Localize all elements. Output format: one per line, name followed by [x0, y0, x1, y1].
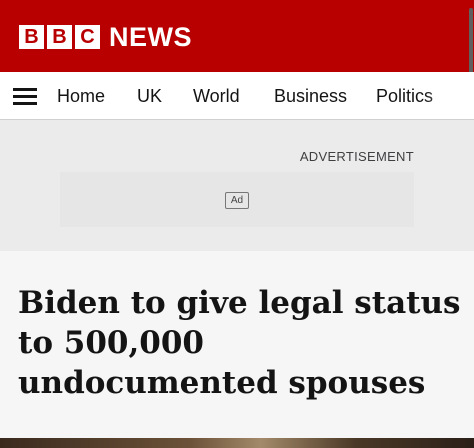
advertisement-section: ADVERTISEMENT Ad	[0, 120, 474, 251]
advertisement-label: ADVERTISEMENT	[299, 149, 414, 164]
article-headline: Biden to give legal status to 500,000 un…	[18, 285, 461, 401]
bbc-news-logo[interactable]: B B C NEWS	[19, 22, 192, 52]
ad-badge: Ad	[225, 192, 249, 209]
hamburger-menu-icon[interactable]	[13, 87, 37, 105]
logo-block-c: C	[75, 25, 100, 49]
nav-fade-overlay	[424, 72, 474, 119]
site-header: B B C NEWS	[0, 0, 474, 100]
logo-block-b2: B	[47, 25, 72, 49]
logo-news-text: NEWS	[109, 22, 192, 52]
nav-item-uk[interactable]: UK	[137, 72, 162, 120]
main-navigation: Home UK World Business Politics	[0, 72, 474, 120]
ad-slot[interactable]: Ad	[60, 172, 414, 227]
nav-item-home[interactable]: Home	[57, 72, 105, 120]
nav-item-business[interactable]: Business	[274, 72, 347, 120]
nav-item-world[interactable]: World	[193, 72, 240, 120]
hero-image	[0, 438, 474, 448]
logo-block-b1: B	[19, 25, 44, 49]
